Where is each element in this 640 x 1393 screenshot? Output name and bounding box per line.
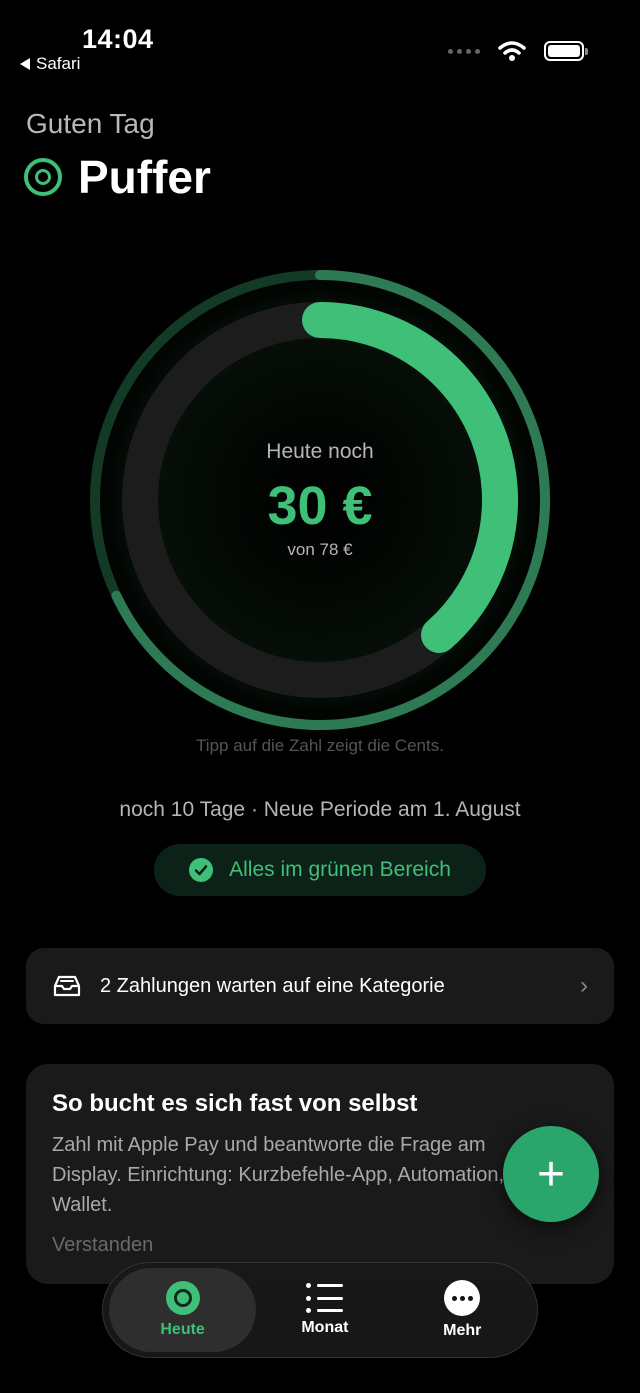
remaining-amount[interactable]: 30 € bbox=[0, 475, 640, 537]
status-time: 14:04 bbox=[82, 24, 154, 54]
tab-label: Heute bbox=[160, 1321, 205, 1338]
info-card-body: Zahl mit Apple Pay und beantworte die Fr… bbox=[52, 1134, 505, 1216]
battery-icon bbox=[544, 41, 588, 61]
cents-tip: Tipp auf die Zahl zeigt die Cents. bbox=[196, 736, 444, 755]
puffer-logo-icon bbox=[24, 158, 62, 196]
chevron-right-icon: › bbox=[580, 972, 588, 999]
info-card-title: So bucht es sich fast von selbst bbox=[52, 1090, 418, 1117]
status-indicators bbox=[448, 40, 588, 62]
period-info: noch 10 Tage · Neue Periode am 1. August bbox=[119, 798, 521, 821]
budget-ring[interactable]: Heute noch 30 € von 78 € bbox=[0, 250, 640, 750]
tab-mehr[interactable]: Mehr bbox=[394, 1268, 531, 1352]
app-name: Puffer bbox=[78, 151, 211, 203]
pending-payments-row[interactable]: 2 Zahlungen warten auf eine Kategorie › bbox=[26, 948, 614, 1024]
tab-label: Monat bbox=[301, 1319, 349, 1336]
tab-monat[interactable]: Monat bbox=[256, 1268, 393, 1352]
back-to-app-button[interactable]: Safari bbox=[20, 54, 80, 74]
signal-icon bbox=[448, 48, 480, 54]
tab-bar: Heute Monat Mehr bbox=[102, 1262, 538, 1358]
list-icon bbox=[305, 1283, 344, 1313]
tray-icon bbox=[53, 975, 81, 997]
budget-total: von 78 € bbox=[287, 540, 353, 559]
wifi-icon bbox=[498, 41, 526, 61]
pending-payments-label: 2 Zahlungen warten auf eine Kategorie bbox=[100, 974, 445, 997]
greeting: Guten Tag bbox=[26, 108, 155, 139]
add-expense-button[interactable]: + bbox=[503, 1126, 599, 1222]
tab-label: Mehr bbox=[443, 1322, 482, 1339]
back-arrow-icon bbox=[20, 58, 30, 70]
more-icon bbox=[444, 1280, 481, 1316]
check-circle-icon bbox=[189, 858, 214, 882]
remaining-label: Heute noch bbox=[266, 440, 374, 463]
app-brand: Puffer bbox=[24, 150, 211, 204]
tab-heute[interactable]: Heute bbox=[109, 1268, 257, 1352]
status-badge-label: Alles im grünen Bereich bbox=[229, 858, 451, 881]
dismiss-button[interactable]: Verstanden bbox=[52, 1234, 588, 1257]
status-badge: Alles im grünen Bereich bbox=[154, 844, 486, 896]
back-app-label: Safari bbox=[36, 54, 81, 73]
target-icon bbox=[165, 1281, 200, 1315]
